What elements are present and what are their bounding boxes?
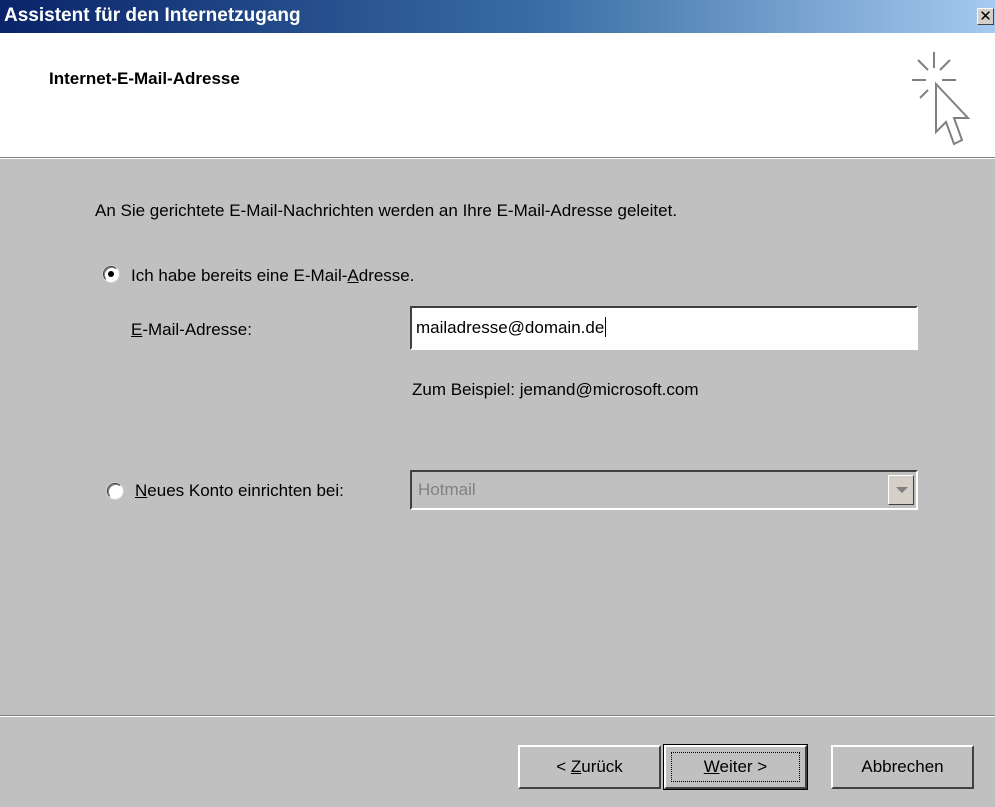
- accelerator-key: N: [135, 481, 148, 500]
- provider-select[interactable]: Hotmail: [410, 470, 918, 510]
- close-button[interactable]: ✕: [977, 8, 994, 25]
- radio-new-account[interactable]: [107, 483, 123, 499]
- header-divider: [0, 157, 995, 159]
- email-field-label: E-Mail-Adresse:: [131, 320, 252, 340]
- radio-existing-address[interactable]: [103, 266, 119, 282]
- label-part: <: [556, 757, 571, 776]
- accelerator-key: A: [347, 266, 359, 285]
- accelerator-key: Z: [570, 757, 582, 776]
- email-field[interactable]: mailadresse@domain.de: [410, 306, 918, 350]
- close-icon: ✕: [979, 8, 992, 25]
- wizard-pointer-icon: [912, 52, 971, 146]
- provider-select-value: Hotmail: [418, 480, 476, 499]
- back-button[interactable]: < Zurück: [518, 745, 661, 789]
- email-field-value: mailadresse@domain.de: [416, 317, 607, 337]
- label-part: Ich habe bereits eine E-Mail-: [131, 266, 348, 285]
- radio-existing-address-label[interactable]: Ich habe bereits eine E-Mail-Adresse.: [131, 266, 414, 286]
- label-part: dresse.: [358, 266, 415, 285]
- label-part: urück: [581, 757, 623, 776]
- label-part: eues Konto einrichten bei:: [147, 481, 344, 500]
- footer-divider: [0, 715, 995, 717]
- cancel-button[interactable]: Abbrechen: [831, 745, 974, 789]
- intro-text: An Sie gerichtete E-Mail-Nachrichten wer…: [95, 201, 678, 220]
- focus-rectangle: [671, 752, 800, 782]
- example-hint: Zum Beispiel: jemand@microsoft.com: [412, 380, 699, 399]
- chevron-down-icon: [896, 487, 908, 493]
- next-button[interactable]: Weiter >: [663, 744, 808, 790]
- text-caret: [605, 317, 607, 337]
- wizard-window: Assistent für den Internetzugang ✕ Inter…: [0, 0, 995, 807]
- radio-selected-dot: [108, 271, 114, 277]
- accelerator-key: E: [131, 320, 143, 339]
- wizard-header: [0, 33, 995, 157]
- window-title: Assistent für den Internetzugang: [4, 5, 301, 26]
- page-title: Internet-E-Mail-Adresse: [49, 69, 240, 88]
- provider-select-dropdown-button[interactable]: [888, 475, 914, 505]
- title-bar[interactable]: Assistent für den Internetzugang ✕: [0, 0, 995, 33]
- radio-new-account-label[interactable]: Neues Konto einrichten bei:: [135, 481, 344, 501]
- label-part: -Mail-Adresse:: [142, 320, 252, 339]
